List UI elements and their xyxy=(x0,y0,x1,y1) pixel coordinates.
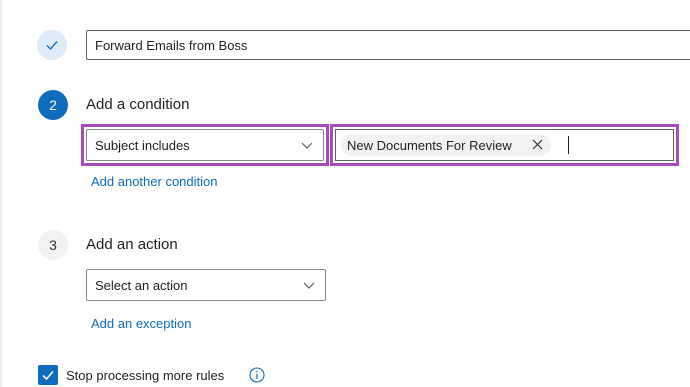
check-icon xyxy=(42,370,54,381)
keyword-chip: New Documents For Review xyxy=(341,134,551,156)
step-number-badge: 3 xyxy=(38,230,68,260)
condition-value-input[interactable]: New Documents For Review xyxy=(335,129,674,161)
stop-processing-label: Stop processing more rules xyxy=(66,368,225,383)
condition-heading: Add a condition xyxy=(86,96,190,113)
chevron-down-icon xyxy=(303,282,315,289)
add-exception-link[interactable]: Add an exception xyxy=(91,316,191,331)
info-icon[interactable] xyxy=(249,367,265,383)
chevron-down-icon xyxy=(301,142,313,149)
close-icon[interactable] xyxy=(532,139,543,150)
stop-processing-checkbox[interactable] xyxy=(38,365,58,385)
check-icon xyxy=(46,41,58,51)
panel-left-border xyxy=(0,0,2,387)
action-dropdown-value: Select an action xyxy=(95,277,188,293)
keyword-chip-label: New Documents For Review xyxy=(347,137,512,153)
add-condition-link[interactable]: Add another condition xyxy=(91,174,217,189)
rule-name-input[interactable]: Forward Emails from Boss xyxy=(86,30,690,60)
step-complete-indicator xyxy=(37,30,67,60)
text-cursor xyxy=(568,136,569,154)
condition-type-value: Subject includes xyxy=(95,137,190,153)
action-heading: Add an action xyxy=(86,236,178,253)
step-number-badge: 2 xyxy=(38,90,68,120)
action-dropdown[interactable]: Select an action xyxy=(86,269,326,301)
condition-type-dropdown[interactable]: Subject includes xyxy=(86,129,324,161)
